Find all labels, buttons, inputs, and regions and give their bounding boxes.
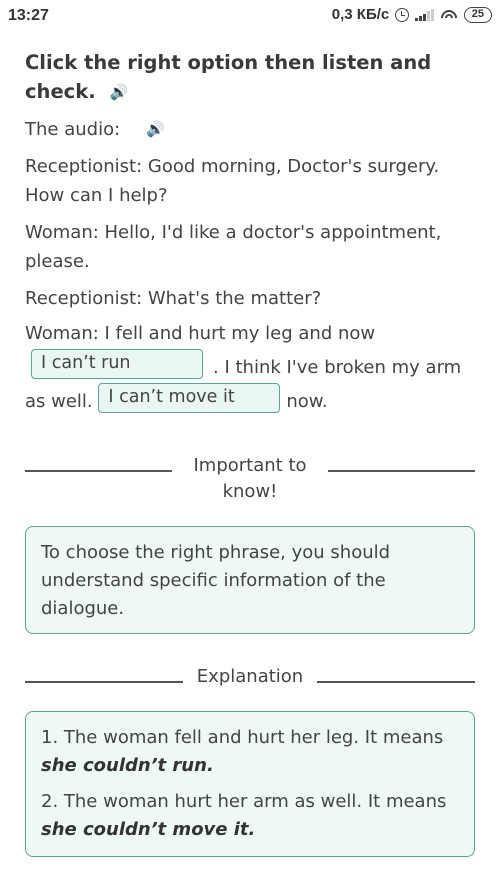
audio-label: The audio:: [25, 119, 121, 140]
speaker-icon[interactable]: 🔊: [110, 78, 129, 107]
important-box: To choose the right phrase, you should u…: [25, 526, 475, 634]
task-title-text: Click the right option then listen and c…: [25, 51, 432, 103]
dialogue-line-with-gaps: Woman: I fell and hurt my leg and now I …: [25, 317, 475, 419]
dialogue-line: Woman: Hello, I'd like a doctor's appoin…: [25, 222, 442, 272]
dialogue-line: Receptionist: Good morning, Doctor's sur…: [25, 156, 440, 206]
dialogue-text: Woman: I fell and hurt my leg and now: [25, 323, 376, 344]
divider-line: [25, 681, 183, 683]
explanation-text: 2. The woman hurt her arm as well. It me…: [41, 791, 447, 812]
status-icons: 0,3 КБ/с 25: [332, 6, 492, 23]
answer-gap-2[interactable]: I can’t move it: [98, 383, 281, 413]
important-text: To choose the right phrase, you should u…: [41, 542, 391, 619]
dialogue-text: now.: [286, 391, 328, 412]
alarm-icon: [395, 7, 410, 22]
answer-gap-1[interactable]: I can’t run: [31, 349, 203, 379]
explanation-emphasis: she couldn’t run.: [41, 755, 214, 776]
explanation-text: 1. The woman fell and hurt her leg. It m…: [41, 727, 444, 748]
divider-line: [25, 470, 172, 472]
dialogue-line: Receptionist: What's the matter?: [25, 288, 322, 309]
divider-line: [328, 470, 475, 472]
explanation-emphasis: she couldn’t move it.: [41, 819, 256, 840]
exercise: Click the right option then listen and c…: [25, 48, 475, 419]
important-heading: Important to know!: [193, 455, 307, 502]
explanation-heading: Explanation: [196, 666, 304, 687]
speaker-icon[interactable]: 🔊: [146, 115, 165, 144]
audio-row: The audio: 🔊: [25, 115, 475, 144]
task-title: Click the right option then listen and c…: [25, 48, 475, 107]
battery-icon: 25: [463, 6, 492, 23]
explanation-item: 2. The woman hurt her arm as well. It me…: [41, 788, 459, 844]
divider-line: [317, 681, 475, 683]
clock: 13:27: [8, 7, 49, 24]
status-bar: 13:27 0,3 КБ/с 25: [0, 0, 500, 36]
signal-icon: [415, 8, 434, 21]
explanation-divider: Explanation: [25, 664, 475, 690]
explanation-item: 1. The woman fell and hurt her leg. It m…: [41, 724, 459, 780]
explanation-box: 1. The woman fell and hurt her leg. It m…: [25, 711, 475, 857]
important-divider: Important to know!: [25, 453, 475, 505]
network-speed: 0,3 КБ/с: [331, 6, 390, 23]
wifi-icon: [439, 7, 458, 22]
